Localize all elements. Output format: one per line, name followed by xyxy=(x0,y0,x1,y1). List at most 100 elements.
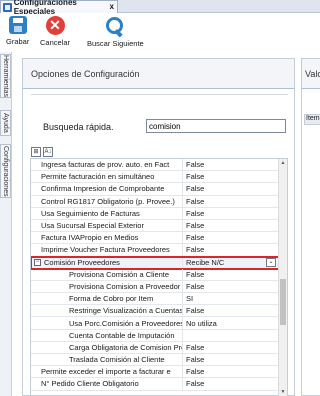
property-name: Usa Porc.Comisión a Proveedores Por xyxy=(31,317,183,329)
property-row[interactable]: Imprime Voucher Factura Proveedores False xyxy=(31,244,287,257)
vertical-scrollbar[interactable]: ▲ ▼ xyxy=(278,159,287,396)
property-name: Carga Obligatoria de Comision Prov xyxy=(31,341,183,353)
property-row[interactable]: N° Pedido Cliente Obligatorio False xyxy=(31,378,287,391)
cancel-icon: ✕ xyxy=(45,16,65,35)
property-row[interactable]: Forma de Cobro por Item SI xyxy=(31,293,287,306)
property-value[interactable]: False xyxy=(183,342,287,353)
property-name-text: Usa Porc.Comisión a Proveedores Por xyxy=(69,318,183,328)
window-icon xyxy=(3,2,12,12)
property-name-text: Usa Sucursal Especial Exterior xyxy=(41,221,144,231)
property-name-text: Restringe Visualización a Cuentas xyxy=(69,306,183,316)
property-name: Imprime Voucher Factura Proveedores xyxy=(31,244,183,256)
property-row[interactable]: Usa Porc.Comisión a Proveedores PorNo ut… xyxy=(31,317,287,330)
property-name: Confirma Impresion de Comprobante xyxy=(31,183,183,195)
property-row[interactable]: Usa Sucursal Especial Exterior False xyxy=(31,219,287,233)
property-name-text: Confirma Impresion de Comprobante xyxy=(41,184,165,194)
save-button[interactable]: Grabar xyxy=(6,16,29,46)
property-value[interactable]: False xyxy=(183,354,287,365)
search-next-button[interactable]: Buscar Siguiente xyxy=(87,16,144,48)
property-name-text: Ingresa facturas de prov. auto. en Fact xyxy=(41,160,170,170)
property-name-text: Provisiona Comisión a Cliente xyxy=(69,269,170,279)
save-label: Grabar xyxy=(6,37,30,46)
values-panel: Valo Item xyxy=(301,58,320,396)
property-name: Traslada Comisión al Cliente xyxy=(31,354,183,366)
property-name-text: Usa Seguimiento de Facturas xyxy=(41,208,140,218)
property-value[interactable]: False xyxy=(183,232,287,243)
search-next-label: Buscar Siguiente xyxy=(87,39,144,48)
panel-header: Opciones de Configuración xyxy=(23,59,294,89)
property-value[interactable]: False xyxy=(183,208,287,219)
property-name-text: Traslada Comisión al Cliente xyxy=(69,355,165,365)
property-name-text: Permite facturación en simultáneo xyxy=(41,172,155,182)
property-value[interactable]: False xyxy=(183,171,287,182)
property-name: Factura IVAPropio en Medios xyxy=(31,232,183,244)
property-value[interactable]: No utiliza xyxy=(183,317,287,328)
sort-alphabetical-icon[interactable]: A↓ xyxy=(43,147,53,157)
quick-search-label: Busqueda rápida. xyxy=(43,122,114,132)
dropdown-chevron-icon[interactable]: ⌄ xyxy=(266,257,276,267)
scroll-down-icon[interactable]: ▼ xyxy=(279,388,287,396)
search-icon xyxy=(105,16,125,36)
property-rows: Ingresa facturas de prov. auto. en Fact F… xyxy=(31,159,287,391)
cancel-button[interactable]: ✕ Cancelar xyxy=(40,16,70,47)
property-value[interactable]: False xyxy=(183,220,287,231)
property-name: Provisiona Comision a Proveedor xyxy=(31,280,183,293)
side-tab-configuraciones[interactable]: Configuraciones xyxy=(0,144,11,198)
property-value[interactable]: False xyxy=(183,196,287,207)
property-row[interactable]: Ingresa facturas de prov. auto. en Fact F… xyxy=(31,159,287,172)
property-name: Permite exceder el importe a facturar e xyxy=(31,366,183,378)
property-row[interactable]: Permite facturación en simultáneo False xyxy=(31,171,287,184)
divider xyxy=(31,94,288,95)
property-row[interactable]: Provisiona Comision a Proveedor False xyxy=(31,280,287,294)
property-value[interactable]: False xyxy=(183,378,287,389)
property-row[interactable]: Control RG1817 Obligatorio (p. Provee.) F… xyxy=(31,195,287,208)
property-name-text: Permite exceder el importe a facturar e xyxy=(41,367,171,377)
property-name: − Comisión Proveedores xyxy=(31,256,183,268)
property-value[interactable]: False xyxy=(183,305,287,316)
item-column-header[interactable]: Item xyxy=(304,114,320,125)
property-name: Ingresa facturas de prov. auto. en Fact xyxy=(31,159,183,171)
side-tabs: Herramientas Ayuda Configuraciones xyxy=(0,52,12,396)
property-name: Usa Sucursal Especial Exterior xyxy=(31,219,183,232)
property-value[interactable]: False xyxy=(183,183,287,194)
property-row[interactable]: Confirma Impresion de Comprobante False xyxy=(31,183,287,196)
scroll-up-icon[interactable]: ▲ xyxy=(279,159,287,167)
property-name-text: Imprime Voucher Factura Proveedores xyxy=(41,245,170,255)
property-name: Forma de Cobro por Item xyxy=(31,293,183,305)
property-row[interactable]: Traslada Comisión al Cliente False xyxy=(31,354,287,367)
property-value[interactable]: False xyxy=(183,269,287,280)
property-row[interactable]: Factura IVAPropio en Medios False xyxy=(31,232,287,245)
document-tab-strip: Configuraciones Especiales x xyxy=(0,0,320,16)
property-row[interactable]: Permite exceder el importe a facturar e F… xyxy=(31,366,287,379)
property-name: Usa Seguimiento de Facturas xyxy=(31,207,183,219)
property-row[interactable]: Cuenta Contable de Imputación xyxy=(31,329,287,342)
property-row[interactable]: Provisiona Comisión a Cliente False xyxy=(31,268,287,281)
property-value[interactable]: False xyxy=(183,244,287,255)
property-name-text: Cuenta Contable de Imputación xyxy=(69,330,175,340)
property-group-row[interactable]: − Comisión Proveedores Recibe N/C ⌄ xyxy=(31,255,287,270)
side-tab-ayuda[interactable]: Ayuda xyxy=(0,110,11,136)
quick-search-input[interactable] xyxy=(146,119,286,133)
property-name-text: Comisión Proveedores xyxy=(44,257,120,267)
scroll-thumb[interactable] xyxy=(280,279,286,325)
categorized-view-icon[interactable]: ⊞ xyxy=(31,147,41,157)
property-name-text: Control RG1817 Obligatorio (p. Provee.) xyxy=(41,196,175,206)
property-value[interactable]: SI xyxy=(183,293,287,304)
collapse-icon[interactable]: − xyxy=(34,258,41,266)
tab-configuraciones-especiales[interactable]: Configuraciones Especiales x xyxy=(0,0,118,16)
property-value[interactable]: False xyxy=(183,159,287,170)
cancel-label: Cancelar xyxy=(40,38,71,47)
property-value[interactable] xyxy=(183,330,287,341)
property-value[interactable]: False xyxy=(183,366,287,377)
property-value[interactable]: False xyxy=(183,281,287,292)
side-tab-herramientas[interactable]: Herramientas xyxy=(0,54,11,98)
property-row[interactable]: Restringe Visualización a Cuentas False xyxy=(31,305,287,318)
property-name: Control RG1817 Obligatorio (p. Provee.) xyxy=(31,195,183,207)
close-icon[interactable]: x xyxy=(110,2,114,11)
property-name: Cuenta Contable de Imputación xyxy=(31,329,183,341)
panel-title: Opciones de Configuración xyxy=(31,68,140,79)
property-row[interactable]: Carga Obligatoria de Comision Prov False xyxy=(31,341,287,354)
values-panel-title: Valo xyxy=(302,59,320,89)
property-row[interactable]: Usa Seguimiento de Facturas False xyxy=(31,207,287,220)
property-name-text: N° Pedido Cliente Obligatorio xyxy=(41,379,139,389)
